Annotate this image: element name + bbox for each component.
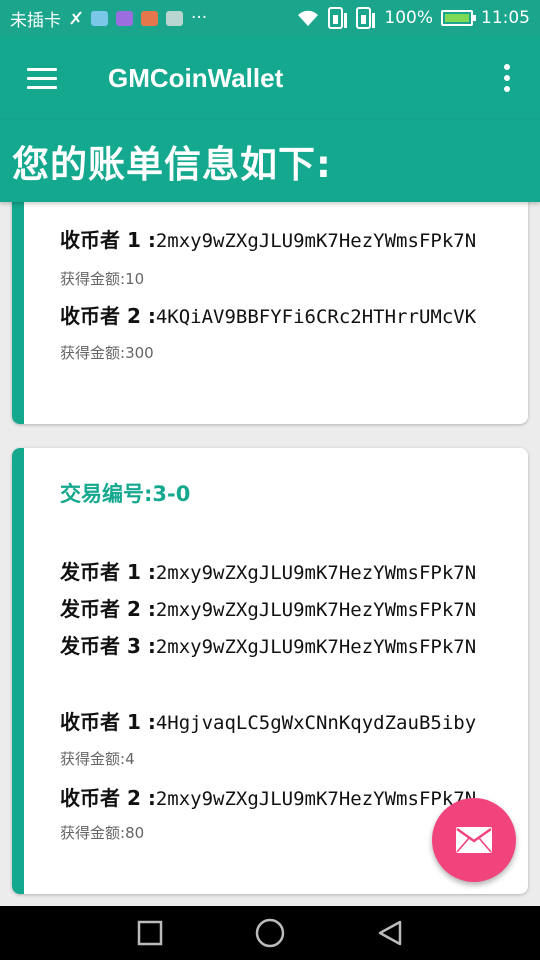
- page-header: 您的账单信息如下:: [0, 120, 540, 202]
- receiver-address: 4KQiAV9BBFYFi6CRc2HTHrrUMcVK: [155, 306, 477, 328]
- receiver-row: 收币者 2 :4KQiAV9BBFYFi6CRc2HTHrrUMcVK: [60, 300, 476, 329]
- receiver-address: 2mxy9wZXgJLU9mK7HezYWmsFPk7N: [155, 788, 477, 810]
- amount-label: 获得金额:: [60, 750, 126, 768]
- sender-label: 发币者 3 :: [60, 634, 156, 658]
- sender-label: 发币者 2 :: [60, 597, 156, 621]
- amount-row: 获得金额:80: [60, 822, 144, 843]
- clock: 11:05: [481, 8, 530, 28]
- receiver-address: 2mxy9wZXgJLU9mK7HezYWmsFPk7N: [155, 230, 477, 252]
- amount-label: 获得金额:: [60, 344, 126, 362]
- sender-address: 2mxy9wZXgJLU9mK7HezYWmsFPk7N: [155, 599, 477, 621]
- sender-label: 发币者 1 :: [60, 560, 156, 584]
- transaction-card: 收币者 1 :2mxy9wZXgJLU9mK7HezYWmsFPk7N 获得金额…: [12, 202, 528, 424]
- gallery-icon: [91, 10, 108, 26]
- app-title: GMCoinWallet: [108, 62, 284, 93]
- menu-icon: [27, 62, 57, 95]
- recents-button[interactable]: [130, 913, 170, 953]
- signal-off-icon: [70, 11, 82, 25]
- sender-address: 2mxy9wZXgJLU9mK7HezYWmsFPk7N: [155, 636, 477, 658]
- amount-row: 获得金额:10: [60, 268, 144, 289]
- amount-row: 获得金额:300: [60, 342, 154, 363]
- amount-value: 80: [125, 824, 145, 842]
- sender-address: 2mxy9wZXgJLU9mK7HezYWmsFPk7N: [155, 562, 477, 584]
- more-options-button[interactable]: [474, 36, 540, 120]
- more-vert-icon: [504, 64, 510, 70]
- triangle-back-icon: [378, 920, 402, 946]
- transaction-id-row: 交易编号:3-0: [60, 478, 190, 508]
- square-recents-icon: [137, 920, 163, 946]
- app-toolbar: GMCoinWallet: [0, 36, 540, 120]
- battery-percent: 100%: [384, 8, 433, 28]
- android-icon: [166, 10, 183, 26]
- mail-icon: [456, 827, 492, 853]
- sim-signal-icon: [328, 7, 348, 29]
- home-button[interactable]: [250, 913, 290, 953]
- receiver-label: 收币者 1 :: [60, 710, 156, 734]
- sender-row: 发币者 3 :2mxy9wZXgJLU9mK7HezYWmsFPk7N: [60, 630, 476, 659]
- transaction-id-label: 交易编号:: [60, 482, 153, 506]
- amount-value: 10: [125, 270, 145, 288]
- photo-icon: [116, 10, 133, 26]
- amount-label: 获得金额:: [60, 270, 126, 288]
- amount-value: 300: [125, 344, 154, 362]
- amount-row: 获得金额:4: [60, 748, 135, 769]
- more-notifications-dots: ···: [191, 8, 208, 28]
- sender-row: 发币者 2 :2mxy9wZXgJLU9mK7HezYWmsFPk7N: [60, 593, 476, 622]
- amount-value: 4: [125, 750, 135, 768]
- sender-row: 发币者 1 :2mxy9wZXgJLU9mK7HezYWmsFPk7N: [60, 556, 476, 585]
- carrier-text: 未插卡: [10, 10, 61, 31]
- wifi-icon: [298, 10, 319, 26]
- app-notification-icon: [141, 10, 158, 26]
- receiver-row: 收币者 1 :2mxy9wZXgJLU9mK7HezYWmsFPk7N: [60, 224, 476, 253]
- status-bar: 未插卡 ··· 100% 11:05: [0, 0, 540, 36]
- menu-button[interactable]: [0, 36, 84, 120]
- battery-charging-icon: [441, 10, 476, 26]
- page-title: 您的账单信息如下:: [12, 143, 332, 186]
- back-button[interactable]: [370, 913, 410, 953]
- sim-signal-2-icon: [356, 7, 376, 29]
- receiver-label: 收币者 2 :: [60, 304, 156, 328]
- receiver-label: 收币者 2 :: [60, 786, 156, 810]
- compose-mail-button[interactable]: [432, 798, 516, 882]
- circle-home-icon: [255, 918, 285, 948]
- receiver-row: 收币者 1 :4HgjvaqLC5gWxCNnKqydZauB5iby: [60, 706, 476, 735]
- amount-label: 获得金额:: [60, 824, 126, 842]
- receiver-address: 4HgjvaqLC5gWxCNnKqydZauB5iby: [155, 712, 477, 734]
- system-nav-bar: [0, 906, 540, 960]
- transaction-id: 3-0: [152, 482, 191, 506]
- receiver-row: 收币者 2 :2mxy9wZXgJLU9mK7HezYWmsFPk7N: [60, 782, 476, 811]
- receiver-label: 收币者 1 :: [60, 228, 156, 252]
